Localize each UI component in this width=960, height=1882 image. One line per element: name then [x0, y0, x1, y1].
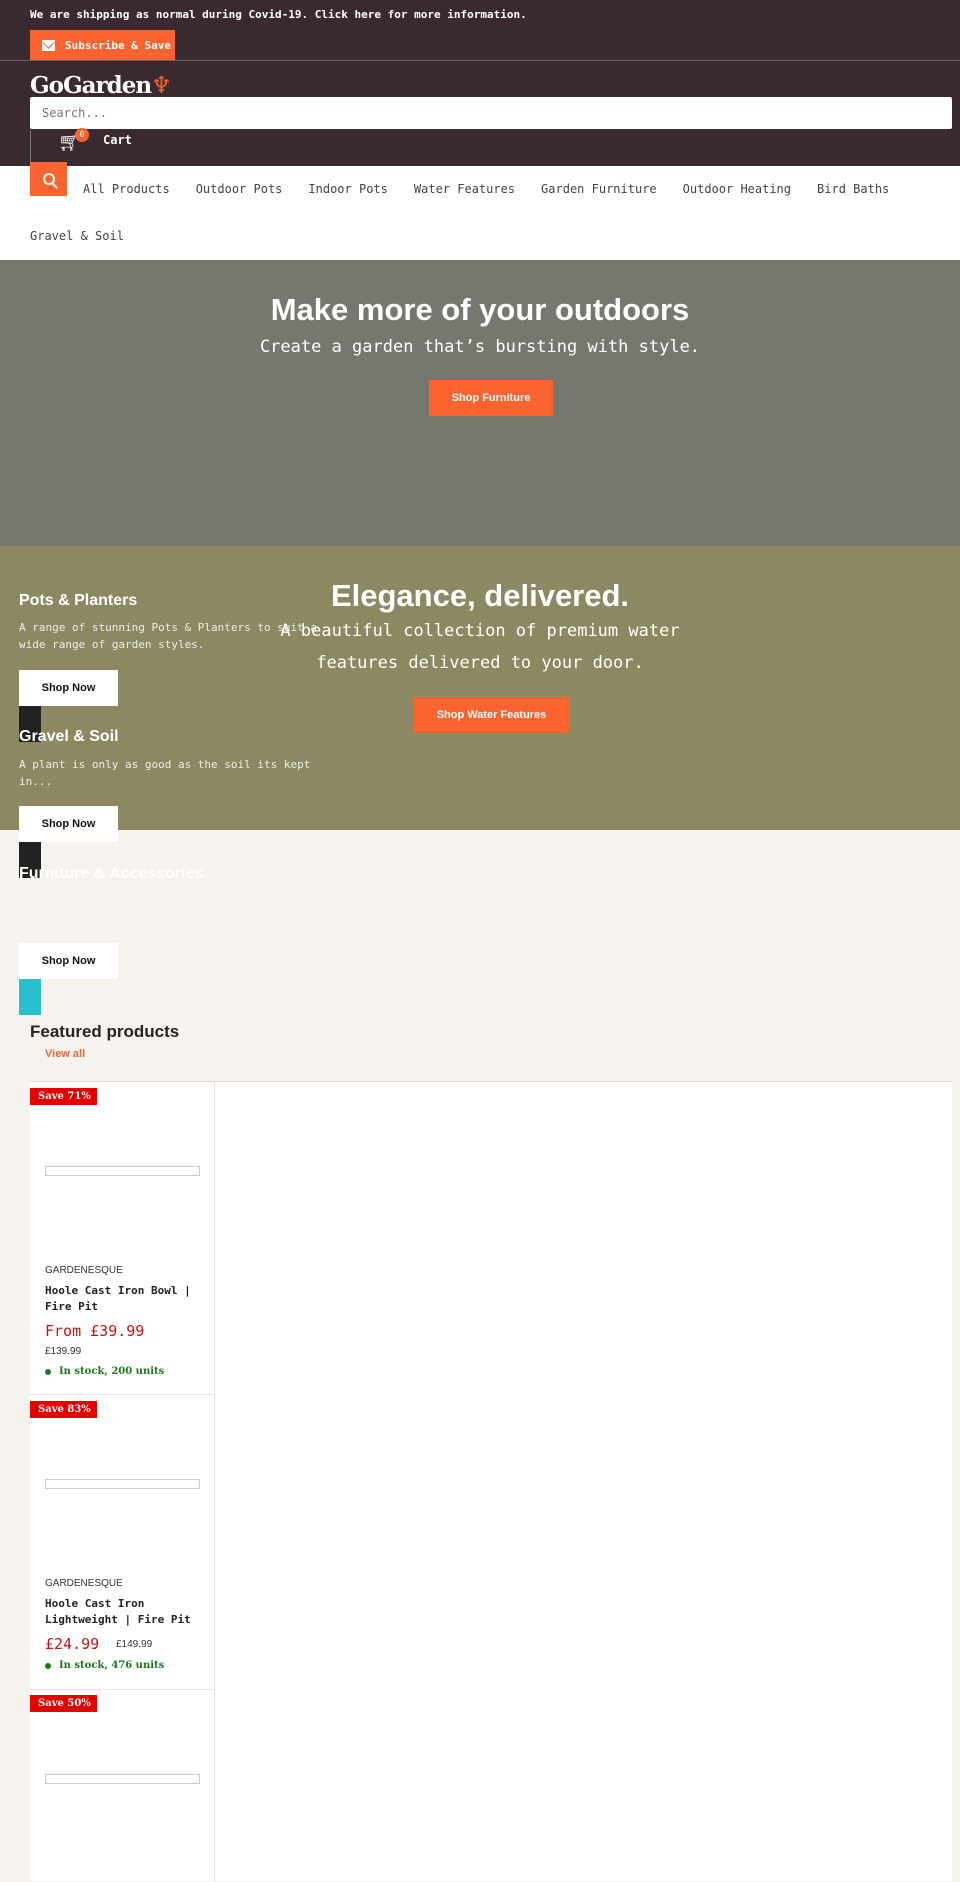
main-nav: All Products Outdoor Pots Indoor Pots Wa… — [83, 182, 889, 196]
cart-link[interactable]: Cart — [103, 133, 132, 147]
mail-icon — [42, 39, 55, 51]
nav-item-gravel-soil[interactable]: Gravel & Soil — [30, 229, 124, 243]
nav-item-all-products[interactable]: All Products — [83, 182, 170, 196]
divider — [214, 1082, 215, 1882]
nav-item-bird-baths[interactable]: Bird Baths — [817, 182, 889, 196]
divider — [30, 1689, 214, 1690]
product-image[interactable] — [45, 1774, 200, 1784]
search-icon — [42, 173, 55, 185]
divider — [30, 1394, 214, 1395]
shop-now-button[interactable]: Shop Now — [19, 670, 118, 706]
product-image[interactable] — [45, 1166, 200, 1176]
sale-badge: Save 83% — [30, 1401, 97, 1418]
nav-item-garden-furniture[interactable]: Garden Furniture — [541, 182, 657, 196]
product-brand: GARDENESQUE — [45, 1265, 123, 1276]
product-price: £24.99 — [45, 1635, 100, 1653]
nav-bar — [0, 166, 960, 260]
compare-price: £149.99 — [116, 1639, 153, 1650]
collection-desc: A plant is only as good as the soil its … — [19, 758, 311, 788]
shop-water-features-button[interactable]: Shop Water Features — [414, 697, 569, 733]
hero-title: Make more of your outdoors — [270, 292, 690, 327]
shop-now-button[interactable]: Shop Now — [19, 943, 118, 979]
shop-furniture-button[interactable]: Shop Furniture — [429, 380, 553, 416]
collection-title: Pots & Planters — [19, 592, 138, 609]
collection-desc: A range of stunning Pots & Planters to s… — [19, 621, 318, 651]
sale-badge: Save 71% — [30, 1088, 97, 1105]
nav-item-water-features[interactable]: Water Features — [414, 182, 515, 196]
product-title-link[interactable]: Hoole Cast Iron Lightweight | Fire Pit — [45, 1596, 195, 1628]
subscribe-button[interactable]: Subscribe & Save — [30, 30, 175, 60]
product-image[interactable] — [45, 1479, 200, 1489]
sale-badge: Save 50% — [30, 1695, 97, 1712]
search-input[interactable] — [30, 97, 952, 129]
stock-status: In stock, 476 units — [45, 1660, 164, 1671]
product-title-link[interactable]: Hoole Cast Iron Bowl | Fire Pit — [45, 1283, 195, 1315]
collection-title: Gravel & Soil — [19, 728, 119, 745]
compare-price: £139.99 — [45, 1346, 82, 1357]
nav-item-outdoor-heating[interactable]: Outdoor Heating — [683, 182, 791, 196]
tulip-icon: ♆ — [151, 72, 172, 99]
collection-desc: Entertain in style with our stunning ran… — [19, 894, 318, 924]
hero-subtitle: Create a garden that’s bursting with sty… — [259, 337, 701, 357]
search-button[interactable] — [30, 162, 67, 196]
logo-text: GoGarden — [30, 72, 152, 99]
view-all-link[interactable]: View all — [45, 1048, 85, 1060]
hero-title: Elegance, delivered. — [330, 578, 630, 613]
nav-item-outdoor-pots[interactable]: Outdoor Pots — [196, 182, 283, 196]
logo[interactable]: GoGarden♆ — [30, 72, 172, 99]
divider — [30, 130, 31, 166]
product-price: From £39.99 — [45, 1322, 145, 1340]
shop-now-button[interactable]: Shop Now — [19, 806, 118, 842]
covid-notice-link[interactable]: We are shipping as normal during Covid-1… — [30, 8, 527, 21]
product-brand: GARDENESQUE — [45, 1578, 123, 1589]
collection-title: Furniture & Accessories — [19, 865, 204, 882]
cart-count-badge: 0 — [75, 128, 89, 142]
subscribe-label: Subscribe & Save — [65, 38, 171, 52]
collection-swatch — [19, 979, 41, 1015]
section-title: Featured products — [30, 1022, 180, 1041]
nav-item-indoor-pots[interactable]: Indoor Pots — [308, 182, 387, 196]
divider — [0, 60, 960, 61]
stock-status: In stock, 200 units — [45, 1366, 164, 1377]
